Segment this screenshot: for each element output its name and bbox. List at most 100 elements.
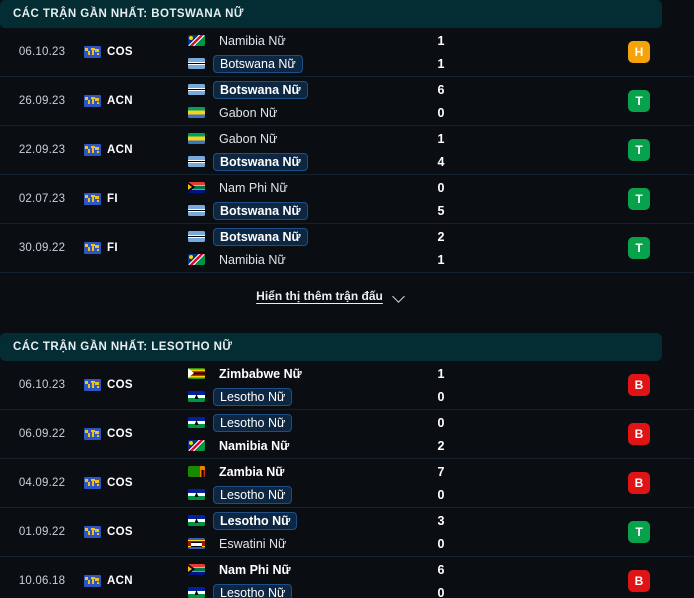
flag-icon-bw — [188, 58, 205, 69]
flag-icon-na — [188, 254, 205, 265]
competition[interactable]: FI — [84, 242, 152, 254]
team-name[interactable]: Botswana Nữ — [213, 152, 308, 171]
scores: 05 — [432, 175, 450, 223]
competition[interactable]: COS — [84, 526, 152, 538]
teams: Lesotho Nữ Eswatini Nữ — [152, 511, 694, 553]
scores: 60 — [432, 77, 450, 125]
match-date: 22.09.23 — [18, 144, 66, 156]
competition[interactable]: ACN — [84, 144, 152, 156]
team-name[interactable]: Zambia Nữ — [213, 463, 290, 481]
score-home: 7 — [437, 464, 445, 479]
scores: 60 — [432, 557, 450, 598]
team-name[interactable]: Botswana Nữ — [213, 80, 308, 99]
world-map-icon — [84, 144, 101, 156]
recent-matches-page: CÁC TRẬN GẦN NHẤT: BOTSWANA NỮ 06.10.23 CO… — [0, 0, 694, 598]
match-row[interactable]: 02.07.23 FI Nam Phi Nữ Botswana Nữ 0 5 T — [0, 175, 694, 224]
team-name[interactable]: Lesotho Nữ — [213, 413, 293, 432]
scores: 11 — [432, 28, 450, 76]
match-row[interactable]: 06.10.23 COS Zimbabwe Nữ Lesotho Nữ 1 0 B — [0, 361, 694, 410]
match-date: 06.10.23 — [18, 46, 66, 58]
scores: 21 — [432, 224, 450, 272]
competition[interactable]: ACN — [84, 95, 152, 107]
section-header: CÁC TRẬN GẦN NHẤT: BOTSWANA NỮ — [0, 0, 662, 28]
result-badge: T — [628, 237, 650, 259]
score-away: 0 — [437, 105, 445, 120]
competition-name: ACN — [107, 144, 133, 156]
world-map-icon — [84, 477, 101, 489]
result-badge: T — [628, 139, 650, 161]
scores: 10 — [432, 361, 450, 409]
match-row[interactable]: 04.09.22 COS Zambia Nữ Lesotho Nữ 7 0 B — [0, 459, 694, 508]
show-more-matches-button[interactable]: Hiển thị thêm trận đấu — [0, 273, 662, 319]
score-away: 0 — [437, 585, 445, 598]
teams: Botswana Nữ Namibia Nữ — [152, 227, 694, 269]
teams: Zimbabwe Nữ Lesotho Nữ — [152, 365, 694, 406]
world-map-icon — [84, 526, 101, 538]
team-name[interactable]: Lesotho Nữ — [213, 485, 293, 504]
team-name[interactable]: Eswatini Nữ — [213, 535, 292, 553]
score-away: 0 — [437, 536, 445, 551]
team-name[interactable]: Namibia Nữ — [213, 437, 295, 455]
competition[interactable]: COS — [84, 428, 152, 440]
team-name[interactable]: Botswana Nữ — [213, 54, 303, 73]
flag-icon-ls — [188, 417, 205, 428]
scores: 14 — [432, 126, 450, 174]
match-row[interactable]: 10.06.18 ACN Nam Phi Nữ Lesotho Nữ 6 0 B — [0, 557, 694, 598]
competition-name: COS — [107, 477, 133, 489]
flag-icon-zw — [188, 368, 205, 379]
team-name[interactable]: Gabon Nữ — [213, 130, 283, 148]
teams: Zambia Nữ Lesotho Nữ — [152, 463, 694, 504]
result-badge: B — [628, 374, 650, 396]
section-header-title: CÁC TRẬN GẦN NHẤT: LESOTHO NỮ — [13, 341, 233, 353]
score-away: 1 — [437, 56, 445, 71]
team-name[interactable]: Lesotho Nữ — [213, 387, 293, 406]
competition-name: ACN — [107, 95, 133, 107]
team-name[interactable]: Nam Phi Nữ — [213, 179, 294, 197]
match-row[interactable]: 01.09.22 COS Lesotho Nữ Eswatini Nữ 3 0 T — [0, 508, 694, 557]
match-row[interactable]: 30.09.22 FI Botswana Nữ Namibia Nữ 2 1 T — [0, 224, 694, 273]
scores: 70 — [432, 459, 450, 507]
team-name[interactable]: Zimbabwe Nữ — [213, 365, 308, 383]
score-away: 4 — [437, 154, 445, 169]
score-away: 0 — [437, 389, 445, 404]
world-map-icon — [84, 428, 101, 440]
world-map-icon — [84, 193, 101, 205]
world-map-icon — [84, 46, 101, 58]
team-name[interactable]: Botswana Nữ — [213, 201, 308, 220]
flag-icon-na — [188, 440, 205, 451]
score-home: 2 — [437, 229, 445, 244]
flag-icon-bw — [188, 84, 205, 95]
match-date: 06.10.23 — [18, 379, 66, 391]
scores: 30 — [432, 508, 450, 556]
team-name[interactable]: Lesotho Nữ — [213, 583, 293, 598]
result-badge: B — [628, 570, 650, 592]
flag-icon-za — [188, 182, 205, 193]
competition[interactable]: COS — [84, 379, 152, 391]
result-badge: T — [628, 521, 650, 543]
competition[interactable]: FI — [84, 193, 152, 205]
competition[interactable]: COS — [84, 46, 152, 58]
result-badge: B — [628, 423, 650, 445]
competition[interactable]: COS — [84, 477, 152, 489]
team-name[interactable]: Botswana Nữ — [213, 227, 308, 246]
match-date: 06.09.22 — [18, 428, 66, 440]
match-row[interactable]: 22.09.23 ACN Gabon Nữ Botswana Nữ 1 4 T — [0, 126, 694, 175]
score-home: 6 — [437, 82, 445, 97]
team-name[interactable]: Nam Phi Nữ — [213, 561, 297, 579]
competition[interactable]: ACN — [84, 575, 152, 587]
team-name[interactable]: Namibia Nữ — [213, 32, 292, 50]
score-home: 6 — [437, 562, 445, 577]
result-badge: B — [628, 472, 650, 494]
score-home: 1 — [437, 366, 445, 381]
match-row[interactable]: 06.10.23 COS Namibia Nữ Botswana Nữ 1 1 H — [0, 28, 694, 77]
flag-icon-ls — [188, 489, 205, 500]
teams: Namibia Nữ Botswana Nữ — [152, 32, 694, 73]
flag-icon-bw — [188, 231, 205, 242]
match-row[interactable]: 26.09.23 ACN Botswana Nữ Gabon Nữ 6 0 T — [0, 77, 694, 126]
team-name[interactable]: Gabon Nữ — [213, 104, 283, 122]
team-name[interactable]: Namibia Nữ — [213, 251, 292, 269]
match-row[interactable]: 06.09.22 COS Lesotho Nữ Namibia Nữ 0 2 B — [0, 410, 694, 459]
team-name[interactable]: Lesotho Nữ — [213, 511, 298, 530]
world-map-icon — [84, 95, 101, 107]
teams: Gabon Nữ Botswana Nữ — [152, 130, 694, 171]
